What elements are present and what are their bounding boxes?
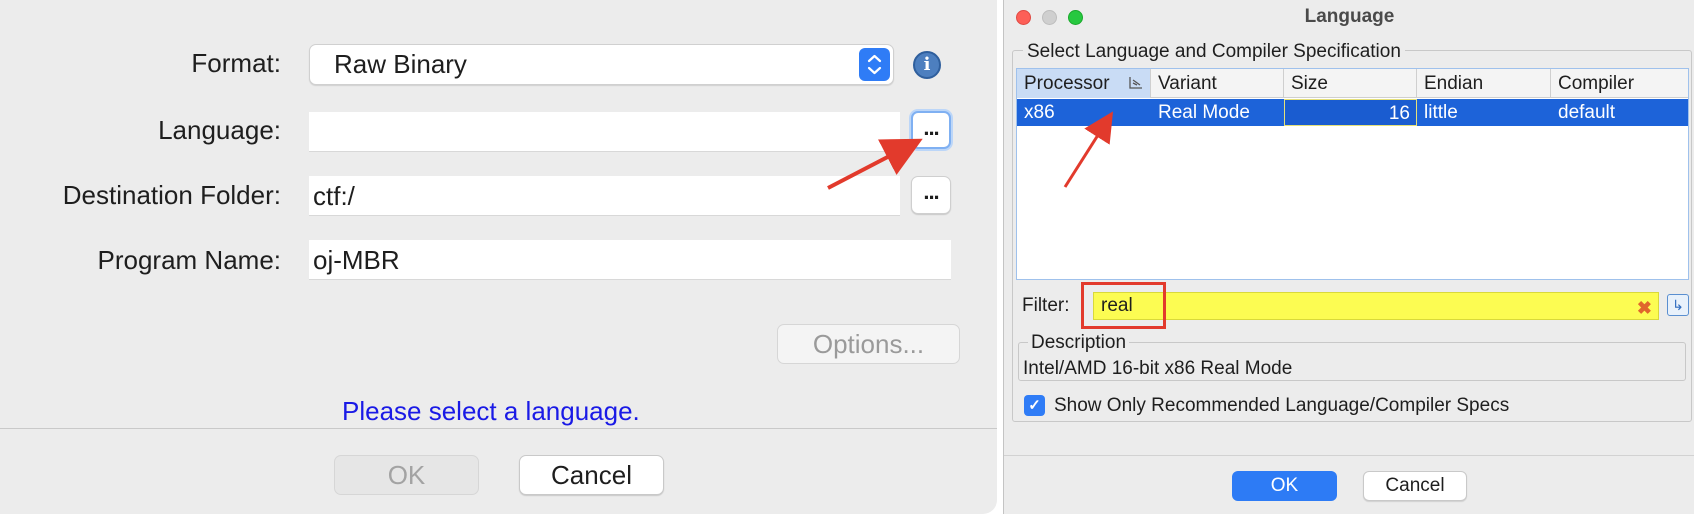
table-header: Processor Variant Size Endian Compiler [1017,69,1688,98]
program-name-label: Program Name: [97,245,282,275]
format-label: Format: [191,48,281,78]
cell-processor: x86 [1024,102,1055,123]
recommended-checkbox[interactable]: ✓ [1024,395,1045,416]
filter-label: Filter: [1022,295,1070,316]
table-row[interactable]: x86 Real Mode 16 little default [1017,99,1688,126]
column-header-processor[interactable]: Processor [1017,69,1151,98]
destination-browse-button[interactable]: ... [911,176,951,214]
column-header-label: Processor [1024,73,1110,94]
sort-icon [1128,75,1144,90]
apply-filter-icon[interactable]: ↳ [1667,294,1689,316]
language-table[interactable]: Processor Variant Size Endian Compiler x… [1016,68,1689,280]
column-header-variant[interactable]: Variant [1151,69,1284,98]
footer-divider [1004,455,1694,456]
column-header-compiler[interactable]: Compiler [1551,69,1688,98]
info-icon[interactable]: i [913,51,941,79]
status-message: Please select a language. [342,396,640,426]
language-cancel-button[interactable]: Cancel [1363,471,1467,501]
footer-divider [0,428,997,429]
language-ok-button[interactable]: OK [1232,471,1337,501]
column-header-size[interactable]: Size [1284,69,1417,98]
language-label: Language: [158,115,281,145]
language-field[interactable] [309,112,900,152]
description-title: Description [1028,332,1130,354]
clear-filter-icon[interactable]: ✖ [1637,295,1652,321]
annotation-highlight-box [1081,282,1166,329]
checkmark-icon: ✓ [1028,397,1041,414]
cell-variant: Real Mode [1158,102,1250,123]
cell-endian: little [1424,102,1458,123]
cancel-button[interactable]: Cancel [519,455,664,495]
recommended-label[interactable]: Show Only Recommended Language/Compiler … [1054,395,1509,417]
destination-folder-field[interactable]: ctf:/ [309,176,900,216]
cell-compiler: default [1558,102,1616,123]
format-select[interactable]: Raw Binary [309,44,894,85]
column-header-endian[interactable]: Endian [1417,69,1551,98]
options-button[interactable]: Options... [777,324,960,364]
destination-folder-label: Destination Folder: [62,180,281,210]
chevron-updown-icon [859,48,890,81]
ok-button[interactable]: OK [334,455,479,495]
cell-size: 16 [1284,99,1417,126]
language-dialog: Language Select Language and Compiler Sp… [1003,0,1694,514]
window-title: Language [1304,6,1395,27]
import-dialog: Format: Raw Binary i Language: ... Desti… [0,0,997,514]
program-name-field[interactable]: oj-MBR [309,240,951,280]
description-text: Intel/AMD 16-bit x86 Real Mode [1023,358,1293,379]
filter-input[interactable]: real ✖ [1093,292,1659,320]
format-select-value: Raw Binary [334,49,467,79]
group-title: Select Language and Compiler Specificati… [1023,41,1405,63]
title-bar: Language [1004,0,1694,34]
language-browse-button[interactable]: ... [911,111,951,149]
